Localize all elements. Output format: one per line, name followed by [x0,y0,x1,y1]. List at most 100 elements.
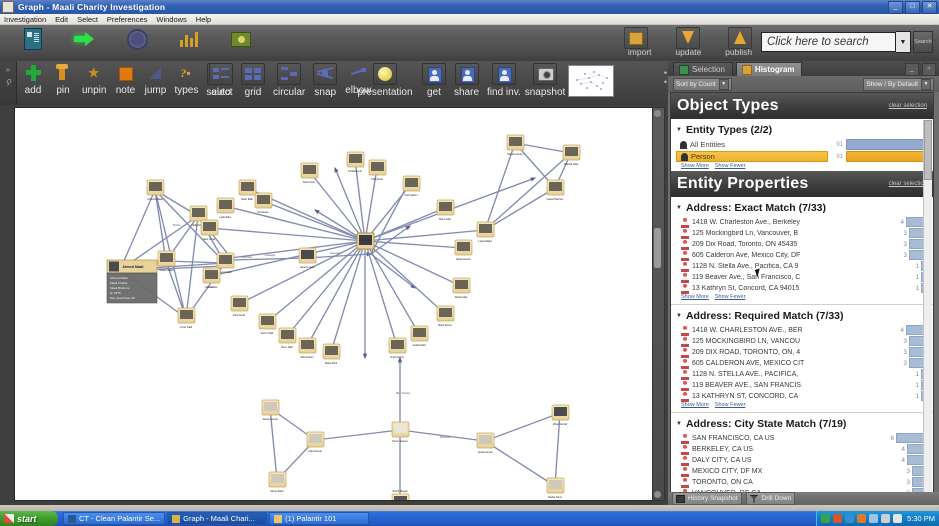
maximize-button[interactable]: □ [905,1,920,14]
green-arrow-icon[interactable] [74,28,96,50]
property-row[interactable]: 13 KATHRYN ST, CONCORD, CA1 [676,391,928,401]
group-title-row[interactable]: ▼ Address: City State Match (7/19) [676,418,928,430]
property-row[interactable]: 1128 N. STELLA AVE., PACIFICA,1 [676,369,928,379]
start-button[interactable]: start [0,511,58,526]
toolbar-collapse-handle[interactable]: » ⚲ [0,61,17,105]
canvas-vertical-scrollbar[interactable] [652,107,665,501]
property-row[interactable]: BERKELEY, CA US4 [676,444,928,454]
pin-button[interactable]: pin [52,63,74,98]
property-row[interactable]: 119 Beaver Ave., San Francisco, C1 [676,272,928,282]
money-icon[interactable] [230,28,252,50]
shield-icon[interactable] [821,514,830,523]
show-fewer-link[interactable]: Show Fewer [715,163,746,169]
show-fewer-link[interactable]: Show Fewer [715,402,746,408]
graph-overview-thumbnail[interactable] [568,65,614,97]
add-button[interactable]: add [22,63,44,98]
presentation-button[interactable]: presentation [354,63,416,98]
panel-vertical-scrollbar[interactable] [923,120,932,492]
show-more-link[interactable]: Show More [681,294,709,300]
menu-item-windows[interactable]: Windows [156,15,186,24]
show-fewer-link[interactable]: Show Fewer [715,294,746,300]
menu-item-investigation[interactable]: Investigation [4,15,46,24]
show-more-link[interactable]: Show More [681,163,709,169]
share-button[interactable]: share [454,63,479,98]
grid-layout-button[interactable]: grid [241,63,265,98]
property-row[interactable]: 125 MOCKINGBIRD LN, VANCOU3 [676,336,928,346]
minimize-panel-button[interactable]: _ [905,63,919,76]
property-row[interactable]: 119 BEAVER AVE., SAN FRANCIS1 [676,380,928,390]
scroll-down-button[interactable] [654,491,661,498]
menu-item-help[interactable]: Help [196,15,211,24]
search-button[interactable]: Search [913,31,933,53]
snap-layout-button[interactable]: snap [313,63,337,98]
property-row[interactable]: 605 Calderon Ave, Mexico City, DF3 [676,250,928,260]
chevron-down-icon[interactable]: ▼ [896,31,911,53]
property-row[interactable]: 605 CALDERON AVE, MEXICO CIT3 [676,358,928,368]
property-row[interactable]: 1128 N. Stella Ave., Pacifica, CA 91 [676,261,928,271]
unpin-button[interactable]: unpin [82,63,106,98]
clear-selection-link-object-types[interactable]: clear selection [889,103,927,109]
property-row[interactable]: 209 Dix Road, Toronto, ON 454353 [676,239,928,249]
svg-text:Layla Majid: Layla Majid [478,239,492,243]
property-row[interactable]: MEXICO CITY, DF MX3 [676,466,928,476]
group-title-row[interactable]: ▼ Address: Required Match (7/33) [676,310,928,322]
search-input[interactable]: Click here to search [761,32,896,52]
entity-type-row[interactable]: All Entities 91 [676,139,928,150]
tab-histogram[interactable]: Histogram [736,62,803,76]
circular-layout-button[interactable]: circular [273,63,305,98]
sync-icon[interactable] [857,514,866,523]
property-row[interactable]: 125 Mockingbird Ln, Vancouver, B3 [676,228,928,238]
tab-selection[interactable]: Selection [673,62,733,76]
entity-type-person[interactable]: Person [676,151,828,162]
drill-down-button[interactable]: Drill Down [746,492,796,505]
entity-types-title-row[interactable]: ▼ Entity Types (2/2) [676,124,928,136]
show-more-link[interactable]: Show More [681,402,709,408]
sort-by-dropdown[interactable]: Sort by Count ▼ [673,78,732,91]
group-title-row[interactable]: ▼ Address: Exact Match (7/33) [676,202,928,214]
taskbar-item[interactable]: (1) Palantir 101 [269,512,369,525]
network-icon[interactable] [845,514,854,523]
firefox-icon[interactable] [833,514,842,523]
property-row[interactable]: 13 Kathryn St, Concord, CA 940151 [676,283,928,293]
menu-item-select[interactable]: Select [77,15,98,24]
note-button[interactable]: note [114,63,136,98]
auto-layout-button[interactable]: auto [209,63,233,98]
menu-item-edit[interactable]: Edit [55,15,68,24]
minimize-button[interactable]: _ [888,1,903,14]
get-button[interactable]: get [422,63,446,98]
panel-scroll-thumb[interactable] [924,120,932,180]
property-count: 4 [895,446,905,453]
entity-type-all-entities[interactable]: All Entities [676,139,828,150]
graph-canvas[interactable]: BrotherAssociate KnownColleague Associat… [14,107,656,501]
property-row[interactable]: SAN FRANCISCO, CA US6 [676,433,928,443]
property-label: 1128 N. Stella Ave., Pacifica, CA 9 [692,263,909,270]
monitor-icon[interactable] [881,514,890,523]
property-row[interactable]: 209 DIX ROAD, TORONTO, ON, 43 [676,347,928,357]
taskbar-item[interactable]: CT - Clean Palantir Se... [63,512,165,525]
toolbar-overflow-dots[interactable]: •• [664,69,667,87]
property-label: 125 Mockingbird Ln, Vancouver, B [692,230,897,237]
canvas-scroll-thumb[interactable] [654,228,661,268]
types-button[interactable]: ?▪ types [174,63,198,98]
show-by-dropdown[interactable]: Show / By Default ▼ [863,78,934,91]
clock-icon[interactable] [893,514,902,523]
expand-panel-button[interactable]: » [922,63,936,76]
jump-button[interactable]: jump [144,63,166,98]
scroll-up-button[interactable] [654,110,661,117]
property-row[interactable]: TORONTO, ON CA3 [676,477,928,487]
property-row[interactable]: DALY CITY, CA US4 [676,455,928,465]
svg-text:Tamer Essam: Tamer Essam [392,439,408,443]
history-snapshot-button[interactable]: History Snapshot [672,492,742,505]
volume-icon[interactable] [869,514,878,523]
menu-item-preferences[interactable]: Preferences [107,15,147,24]
taskbar-item[interactable]: Graph - Maali Chari... [167,512,267,525]
clear-selection-link-entity-properties[interactable]: clear selection [889,181,927,187]
browser-card-icon[interactable] [22,28,44,50]
bar-chart-icon[interactable] [178,28,200,50]
entity-type-row[interactable]: Person 91 [676,151,928,162]
property-row[interactable]: 1418 W. Charleston Ave., Berkeley4 [676,217,928,227]
snapshot-button[interactable]: snapshot [519,63,571,98]
close-button[interactable]: ✕ [922,1,937,14]
globe-icon[interactable] [126,28,148,50]
property-row[interactable]: 1418 W. CHARLESTON AVE., BER4 [676,325,928,335]
